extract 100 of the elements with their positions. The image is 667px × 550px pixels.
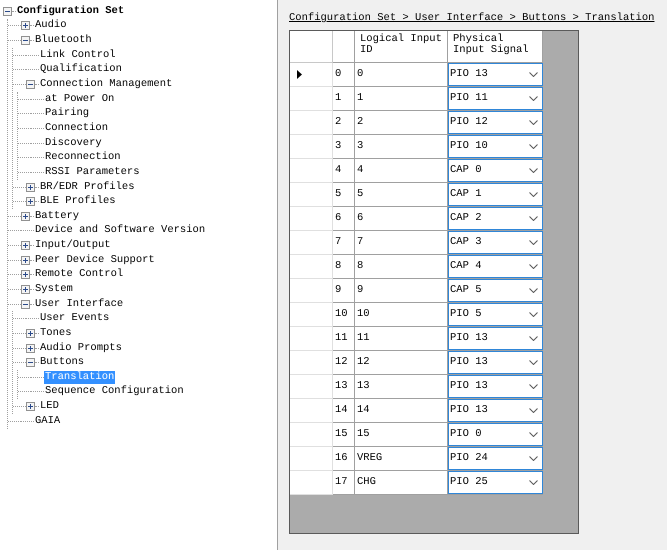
dropdown[interactable]: PIO 12 xyxy=(448,111,543,134)
chevron-down-icon xyxy=(529,312,538,317)
row-header[interactable] xyxy=(290,63,333,87)
dropdown[interactable]: CAP 5 xyxy=(448,279,543,302)
tree-item[interactable]: Sequence Configuration xyxy=(44,385,185,398)
dropdown[interactable]: CAP 4 xyxy=(448,255,543,278)
tree-item[interactable]: Input/Output xyxy=(34,239,112,252)
tree-item[interactable]: Link Control xyxy=(39,48,117,62)
table-cell: 6 xyxy=(355,207,448,231)
expand-icon[interactable] xyxy=(21,21,30,30)
tree-item[interactable]: Audio xyxy=(34,19,68,32)
table-cell: 3 xyxy=(355,135,448,159)
dropdown[interactable]: PIO 24 xyxy=(448,447,543,470)
column-header[interactable] xyxy=(333,31,355,63)
table-cell: 16 xyxy=(333,447,355,471)
dropdown[interactable]: PIO 13 xyxy=(448,375,543,398)
corner-header xyxy=(290,31,333,63)
dropdown[interactable]: PIO 10 xyxy=(448,135,543,158)
tree-item[interactable]: User Events xyxy=(39,312,110,326)
expand-icon[interactable] xyxy=(21,241,30,250)
collapse-icon[interactable] xyxy=(21,300,30,309)
tree-item[interactable]: User Interface xyxy=(34,298,124,311)
dropdown[interactable]: PIO 5 xyxy=(448,303,543,326)
tree-item[interactable]: LED xyxy=(39,400,60,414)
expand-icon[interactable] xyxy=(26,182,35,192)
expand-icon[interactable] xyxy=(26,197,35,206)
dropdown[interactable]: PIO 13 xyxy=(448,327,543,350)
tree-item[interactable]: Bluetooth xyxy=(34,34,93,48)
tree-item[interactable]: Configuration Set xyxy=(16,4,126,18)
current-row-icon xyxy=(297,70,302,79)
tree-item[interactable]: at Power On xyxy=(44,92,116,106)
dropdown[interactable]: PIO 25 xyxy=(448,471,543,494)
chevron-down-icon xyxy=(529,288,538,293)
dropdown[interactable]: CAP 0 xyxy=(448,159,543,182)
table-cell: 8 xyxy=(355,255,448,279)
collapse-icon[interactable] xyxy=(3,6,12,16)
table-cell: 10 xyxy=(333,303,355,327)
expand-icon[interactable] xyxy=(21,256,30,265)
tree-item[interactable]: System xyxy=(34,282,74,296)
table-cell: 0 xyxy=(355,63,448,87)
collapse-icon[interactable] xyxy=(21,36,30,46)
tree-item[interactable]: Pairing xyxy=(44,107,90,120)
tree-item[interactable]: Remote Control xyxy=(34,268,124,282)
tree-item[interactable]: Tones xyxy=(39,326,73,340)
collapse-icon[interactable] xyxy=(26,80,35,90)
dropdown[interactable]: PIO 13 xyxy=(448,63,543,86)
dropdown[interactable]: PIO 0 xyxy=(448,423,543,446)
table-cell: 12 xyxy=(355,351,448,375)
table-cell: 8 xyxy=(333,255,355,279)
dropdown[interactable]: PIO 13 xyxy=(448,399,543,422)
table-cell: 4 xyxy=(333,159,355,183)
dropdown[interactable]: PIO 13 xyxy=(448,351,543,374)
tree-item[interactable]: GAIA xyxy=(34,414,62,428)
column-header[interactable]: Logical Input ID xyxy=(355,31,448,63)
dropdown[interactable]: CAP 1 xyxy=(448,183,543,206)
table-cell: 3 xyxy=(333,135,355,159)
tree-item[interactable]: Audio Prompts xyxy=(39,342,123,355)
table-cell: 11 xyxy=(333,327,355,351)
dropdown[interactable]: CAP 3 xyxy=(448,231,543,254)
tree-item[interactable]: Connection Management xyxy=(39,78,174,92)
tree-item[interactable]: Device and Software Version xyxy=(34,224,206,238)
expand-icon[interactable] xyxy=(26,344,35,353)
tree-item[interactable]: Discovery xyxy=(44,136,103,150)
chevron-down-icon xyxy=(529,216,538,221)
expand-icon[interactable] xyxy=(21,212,30,221)
dropdown[interactable]: PIO 11 xyxy=(448,87,543,110)
table-cell: 1 xyxy=(355,87,448,111)
tree-item[interactable]: Peer Device Support xyxy=(34,254,156,267)
tree-item[interactable]: Reconnection xyxy=(44,151,122,164)
chevron-down-icon xyxy=(529,360,538,365)
chevron-down-icon xyxy=(529,192,538,197)
collapse-icon[interactable] xyxy=(26,358,35,368)
expand-icon[interactable] xyxy=(26,328,35,338)
expand-icon[interactable] xyxy=(21,284,30,294)
table-cell: VREG xyxy=(355,447,448,471)
breadcrumb: Configuration Set > User Interface > Buttons > Translation xyxy=(289,11,656,25)
tree-item[interactable]: Connection xyxy=(44,122,110,135)
table-cell: 5 xyxy=(355,183,448,207)
tree-item[interactable]: Buttons xyxy=(39,356,86,370)
table-cell: 6 xyxy=(333,207,355,231)
table-cell: 4 xyxy=(355,159,448,183)
table-cell: 1 xyxy=(333,87,355,111)
tree-item[interactable]: BR/EDR Profiles xyxy=(39,180,136,194)
table-cell: 15 xyxy=(333,423,355,447)
chevron-down-icon xyxy=(529,264,538,269)
table-cell: 10 xyxy=(355,303,448,327)
chevron-down-icon xyxy=(529,408,538,413)
table-cell: 17 xyxy=(333,471,355,495)
expand-icon[interactable] xyxy=(21,270,30,280)
table-cell: 14 xyxy=(355,399,448,423)
chevron-down-icon xyxy=(529,144,538,149)
table-cell: 7 xyxy=(355,231,448,255)
tree-item[interactable]: RSSI Parameters xyxy=(44,166,141,179)
tree-item[interactable]: Qualification xyxy=(39,63,123,76)
column-header[interactable]: Physical Input Signal xyxy=(448,31,543,63)
tree-item[interactable]: BLE Profiles xyxy=(39,195,117,208)
dropdown[interactable]: CAP 2 xyxy=(448,207,543,230)
chevron-down-icon xyxy=(529,480,538,485)
tree-item[interactable]: Battery xyxy=(34,210,80,223)
expand-icon[interactable] xyxy=(26,402,35,412)
